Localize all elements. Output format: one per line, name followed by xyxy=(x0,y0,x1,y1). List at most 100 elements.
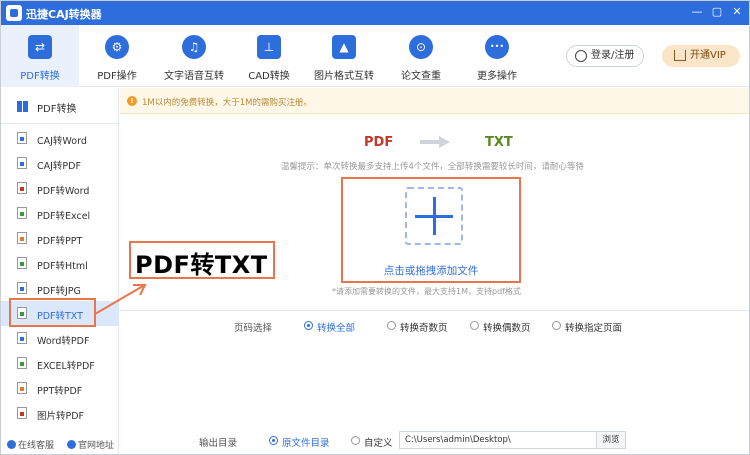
tab-text-voice[interactable]: ♫ 文字语音互转 xyxy=(155,25,233,87)
radio-label: 自定义 xyxy=(364,438,393,449)
image-icon: ▲ xyxy=(332,35,356,59)
file-icon xyxy=(17,407,27,419)
website-label: 官网地址 xyxy=(78,441,115,451)
tab-paper-check[interactable]: ⊙ 论文查重 xyxy=(383,25,459,87)
annotation-arrow-icon xyxy=(94,284,147,315)
arrow-right-icon xyxy=(420,136,450,148)
swap-icon: ⇄ xyxy=(28,35,52,59)
tab-label: 图片格式互转 xyxy=(314,71,374,82)
minimize-button[interactable]: — xyxy=(689,4,705,20)
sidebar-footer: 在线客服 官网地址 xyxy=(1,434,119,454)
sidebar-item-label: CAJ转PDF xyxy=(37,161,81,172)
radio-label: 原文件目录 xyxy=(282,438,330,449)
window-controls: — ▢ ✕ xyxy=(689,4,745,20)
divider xyxy=(120,310,749,311)
page-select-label: 页码选择 xyxy=(234,323,273,334)
sidebar-item[interactable]: Word转PDF xyxy=(1,326,119,351)
gear-icon: ⚙ xyxy=(105,35,129,59)
sidebar-item-label: PDF转PPT xyxy=(37,236,83,247)
sidebar-item[interactable]: PDF转PPT xyxy=(1,226,119,251)
tab-label: 论文查重 xyxy=(401,71,441,82)
app-logo-icon xyxy=(6,5,22,21)
tip-text: 温馨提示：单次转换最多支持上传4个文件，全部转换需要较长时间，请耐心等待 xyxy=(281,162,584,172)
file-icon xyxy=(17,332,27,344)
app-window: 迅捷CAJ转换器 — ▢ ✕ ⇄ PDF转换 ⚙ PDF操作 ♫ 文字语音互转 … xyxy=(0,0,750,455)
sidebar-item-label: CAJ转Word xyxy=(37,136,87,147)
output-path-input[interactable] xyxy=(399,431,597,449)
voice-icon: ♫ xyxy=(182,35,206,59)
sidebar-item[interactable]: EXCEL转PDF xyxy=(1,351,119,376)
upload-area[interactable]: 点击或拖拽添加文件 xyxy=(341,177,521,283)
notice-text: 1M以内的免费转换，大于1M的需购买注册。 xyxy=(142,98,312,108)
annotation-callout: PDF转TXT xyxy=(129,241,275,279)
sidebar-item-label: PDF转Excel xyxy=(37,211,91,222)
tab-label: PDF转换 xyxy=(20,71,60,82)
doc-search-icon: ⊙ xyxy=(409,35,433,59)
radio-dot xyxy=(470,321,479,330)
dropzone-box xyxy=(405,187,463,245)
sidebar-item[interactable]: 图片转PDF xyxy=(1,401,119,426)
sidebar-item-label: PDF转Word xyxy=(37,186,90,197)
crown-icon xyxy=(674,50,686,61)
tab-cad-convert[interactable]: ⊥ CAD转换 xyxy=(233,25,305,87)
file-icon xyxy=(17,282,27,294)
maximize-button[interactable]: ▢ xyxy=(709,4,725,20)
login-button[interactable]: 登录/注册 xyxy=(566,45,644,67)
vip-button[interactable]: 开通VIP xyxy=(662,45,740,67)
website-link[interactable]: 官网地址 xyxy=(67,438,114,451)
upload-hint: *请添加需要转换的文件，最大支持1M，支持pdf格式 xyxy=(332,287,521,296)
radio-dot xyxy=(304,321,313,330)
radio-dot xyxy=(387,321,396,330)
globe-icon xyxy=(67,440,76,449)
sidebar-item[interactable]: PPT转PDF xyxy=(1,376,119,401)
radio-dot xyxy=(552,321,561,330)
file-icon xyxy=(17,257,27,269)
output-dir-label: 输出目录 xyxy=(199,438,238,449)
warning-icon: ! xyxy=(127,96,137,106)
file-icon xyxy=(17,232,27,244)
radio-label: 转换指定页面 xyxy=(565,323,623,334)
cad-icon: ⊥ xyxy=(257,35,281,59)
headset-icon xyxy=(7,440,16,449)
close-button[interactable]: ✕ xyxy=(729,4,745,20)
online-service-link[interactable]: 在线客服 xyxy=(7,438,54,451)
browse-button[interactable]: 浏览 xyxy=(596,431,626,449)
tab-pdf-operations[interactable]: ⚙ PDF操作 xyxy=(79,25,155,87)
sidebar-item[interactable]: CAJ转PDF xyxy=(1,151,119,176)
more-icon: ••• xyxy=(485,35,509,59)
sidebar-item[interactable]: PDF转Word xyxy=(1,176,119,201)
file-icon xyxy=(17,182,27,194)
service-label: 在线客服 xyxy=(18,441,55,451)
tab-more[interactable]: ••• 更多操作 xyxy=(459,25,535,87)
tab-label: PDF操作 xyxy=(97,71,137,82)
login-label: 登录/注册 xyxy=(591,50,635,61)
tab-pdf-convert[interactable]: ⇄ PDF转换 xyxy=(1,25,79,87)
target-format: TXT xyxy=(485,135,513,150)
sidebar-item-label: 图片转PDF xyxy=(37,411,85,422)
sidebar-item[interactable]: CAJ转Word xyxy=(1,126,119,151)
file-icon xyxy=(17,157,27,169)
radio-label: 转换偶数页 xyxy=(483,323,531,334)
tab-image-convert[interactable]: ▲ 图片格式互转 xyxy=(305,25,383,87)
title-bar: 迅捷CAJ转换器 — ▢ ✕ xyxy=(1,1,749,25)
sidebar-item-label: PDF转Html xyxy=(37,261,88,272)
grid-icon xyxy=(17,101,28,112)
radio-dot xyxy=(351,436,360,445)
sidebar-item-label: PDF转JPG xyxy=(37,286,81,297)
sidebar-item-label: Word转PDF xyxy=(37,336,90,347)
radio-label: 转换奇数页 xyxy=(400,323,448,334)
notice-bar: ! 1M以内的免费转换，大于1M的需购买注册。 xyxy=(120,88,749,114)
vip-label: 开通VIP xyxy=(690,50,726,61)
sidebar-title: PDF转换 xyxy=(37,104,77,115)
tab-label: 文字语音互转 xyxy=(164,71,224,82)
sidebar-item-label: EXCEL转PDF xyxy=(37,361,95,372)
sidebar-item[interactable]: PDF转Excel xyxy=(1,201,119,226)
tab-label: 更多操作 xyxy=(477,71,517,82)
selected-item-highlight xyxy=(9,298,96,327)
source-format: PDF xyxy=(364,135,394,150)
radio-dot xyxy=(269,436,278,445)
annotation-text: PDF转TXT xyxy=(135,251,268,279)
sidebar-item[interactable]: PDF转Html xyxy=(1,251,119,276)
user-icon xyxy=(575,50,587,62)
sidebar-header: PDF转换 xyxy=(1,88,119,124)
